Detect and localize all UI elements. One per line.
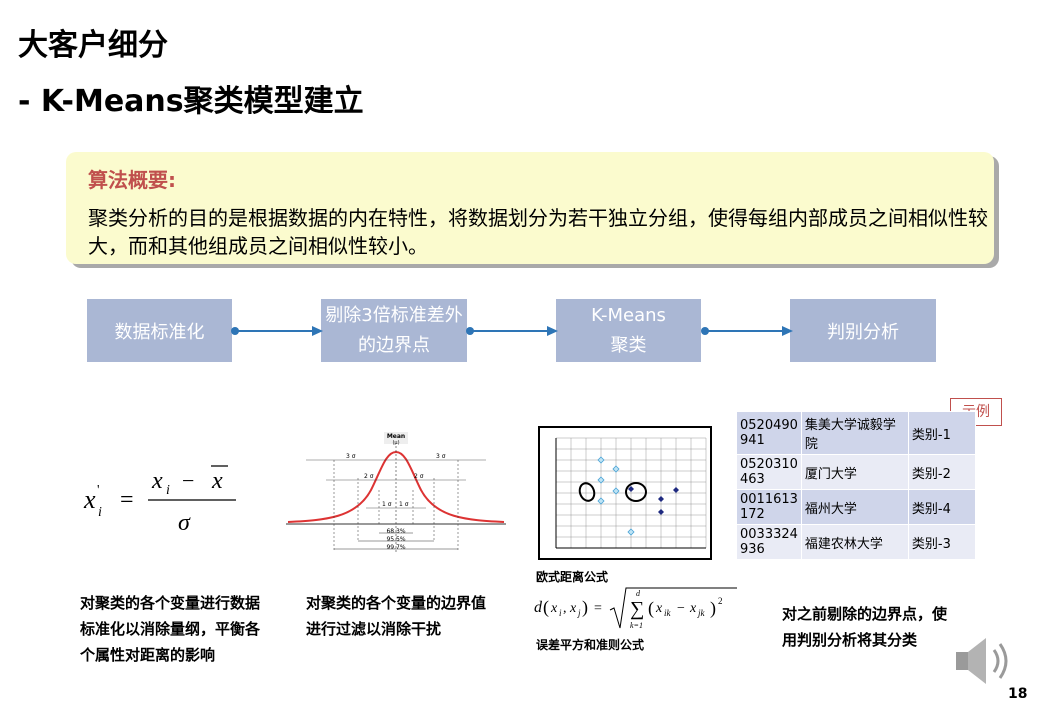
- sigma3-label: 3 σ: [346, 453, 356, 460]
- flow-step-label: 数据标准化: [114, 321, 205, 343]
- caption-standardize: 对聚类的各个变量进行数据标准化以消除量纲，平衡各个属性对距离的影响: [80, 594, 261, 664]
- table-cell-class: 类别-4: [907, 489, 976, 525]
- table-cell-name: 集美大学诚毅学院: [800, 411, 909, 455]
- sigma1-label: 1 σ: [382, 501, 392, 508]
- example-table: 0520490 941 集美大学诚毅学院 类别-1 0520310 463 厦门…: [736, 411, 976, 560]
- speaker-icon[interactable]: [952, 632, 1018, 692]
- standardization-formula: x ' i = x i − x σ: [83, 465, 236, 536]
- svg-text:−: −: [182, 468, 194, 493]
- flow-step-label: K-Means聚类: [591, 304, 666, 356]
- sse-formula-label: 误差平方和准则公式: [536, 638, 645, 652]
- caption-discriminant: 对之前剔除的边界点，使用判别分析将其分类: [782, 605, 948, 649]
- svg-text:x: x: [689, 601, 697, 616]
- flow-step-label: 剔除3倍标准差外的边界点: [325, 304, 463, 356]
- svg-text:=: =: [594, 601, 602, 616]
- svg-text:k=1: k=1: [630, 621, 643, 630]
- table-cell-id: 0520310 463: [736, 454, 802, 490]
- summary-heading: 算法概要:: [88, 168, 176, 192]
- caption-filter: 对聚类的各个变量的边界值进行过滤以消除干扰: [306, 594, 487, 638]
- sigma3-label: 3 σ: [436, 453, 446, 460]
- svg-text:i: i: [166, 483, 170, 498]
- page-subtitle: - K-Means聚类模型建立: [18, 84, 364, 119]
- sigma2-label: 2 σ: [414, 473, 424, 480]
- svg-text:j: j: [577, 608, 581, 618]
- kmeans-scatter-plot: [538, 426, 712, 560]
- flow-arrow-icon: [231, 326, 323, 336]
- pct1-label: 68.3%: [386, 528, 405, 535]
- svg-text:x: x: [550, 601, 558, 616]
- table-cell-class: 类别-2: [907, 454, 976, 490]
- table-cell-id: 0520490 941: [736, 411, 802, 455]
- svg-text:(: (: [648, 598, 654, 619]
- table-row: 0520490 941 集美大学诚毅学院 类别-1: [736, 411, 976, 455]
- table-cell-name: 厦门大学: [800, 454, 909, 490]
- algorithm-summary-box: 算法概要: 聚类分析的目的是根据数据的内在特性，将数据划分为若干独立分组，使得每…: [66, 152, 994, 264]
- svg-text:σ: σ: [178, 510, 191, 536]
- svg-text:jk: jk: [697, 608, 706, 618]
- flow-arrow-icon: [701, 326, 793, 336]
- svg-text:x: x: [151, 468, 163, 494]
- svg-text:x: x: [83, 485, 96, 514]
- page-number: 18: [1008, 686, 1028, 702]
- svg-text:x: x: [655, 601, 663, 616]
- page-title: 大客户细分: [18, 28, 168, 63]
- flow-step-filter: 剔除3倍标准差外的边界点: [321, 299, 467, 362]
- flow-step-label: 判别分析: [827, 321, 899, 343]
- table-cell-id: 0011613 172: [736, 489, 802, 525]
- mean-label: Mean: [387, 433, 405, 440]
- table-cell-class: 类别-1: [907, 411, 976, 455]
- svg-text:i: i: [559, 608, 562, 618]
- pct2-label: 95.5%: [386, 536, 405, 543]
- svg-text:': ': [97, 483, 100, 498]
- svg-text:(: (: [543, 597, 549, 618]
- table-cell-name: 福州大学: [800, 489, 909, 525]
- table-cell-id: 0033324 936: [736, 524, 802, 560]
- svg-text:d: d: [534, 599, 543, 616]
- table-cell-class: 类别-3: [907, 524, 976, 560]
- table-row: 0520310 463 厦门大学 类别-2: [736, 454, 976, 490]
- svg-text:): ): [710, 598, 716, 619]
- svg-text:x: x: [569, 601, 577, 616]
- svg-text:i: i: [98, 505, 102, 520]
- flow-step-discriminant: 判别分析: [790, 299, 936, 362]
- svg-text:∑: ∑: [630, 598, 644, 620]
- svg-text:x: x: [211, 468, 223, 494]
- svg-text:2: 2: [718, 596, 723, 606]
- table-cell-name: 福建农林大学: [800, 524, 909, 560]
- svg-text:−: −: [677, 601, 685, 616]
- euclidean-distance-formula: d ( x i , x j ) = d ∑ k=1 ( x ik − x jk …: [534, 587, 737, 630]
- flow-arrow-icon: [466, 326, 558, 336]
- euclid-formula-label: 欧式距离公式: [536, 570, 609, 584]
- sigma1-label: 1 σ: [399, 501, 409, 508]
- mu-label: (μ): [392, 440, 399, 446]
- svg-text:,: ,: [563, 601, 567, 616]
- table-row: 0033324 936 福建农林大学 类别-3: [736, 524, 976, 560]
- svg-text:): ): [582, 597, 588, 618]
- svg-text:d: d: [636, 589, 641, 598]
- normal-distribution-figure: Mean (μ) 3 σ 3 σ 2 σ 2 σ 1 σ 1 σ 68.3% 9…: [286, 432, 506, 552]
- sigma2-label: 2 σ: [364, 473, 374, 480]
- flow-step-kmeans: K-Means聚类: [556, 299, 701, 362]
- svg-text:=: =: [120, 487, 134, 513]
- pct3-label: 99.7%: [386, 544, 405, 551]
- summary-body: 聚类分析的目的是根据数据的内在特性，将数据划分为若干独立分组，使得每组内部成员之…: [88, 206, 988, 258]
- table-row: 0011613 172 福州大学 类别-4: [736, 489, 976, 525]
- svg-text:ik: ik: [664, 608, 672, 618]
- flow-step-standardize: 数据标准化: [87, 299, 232, 362]
